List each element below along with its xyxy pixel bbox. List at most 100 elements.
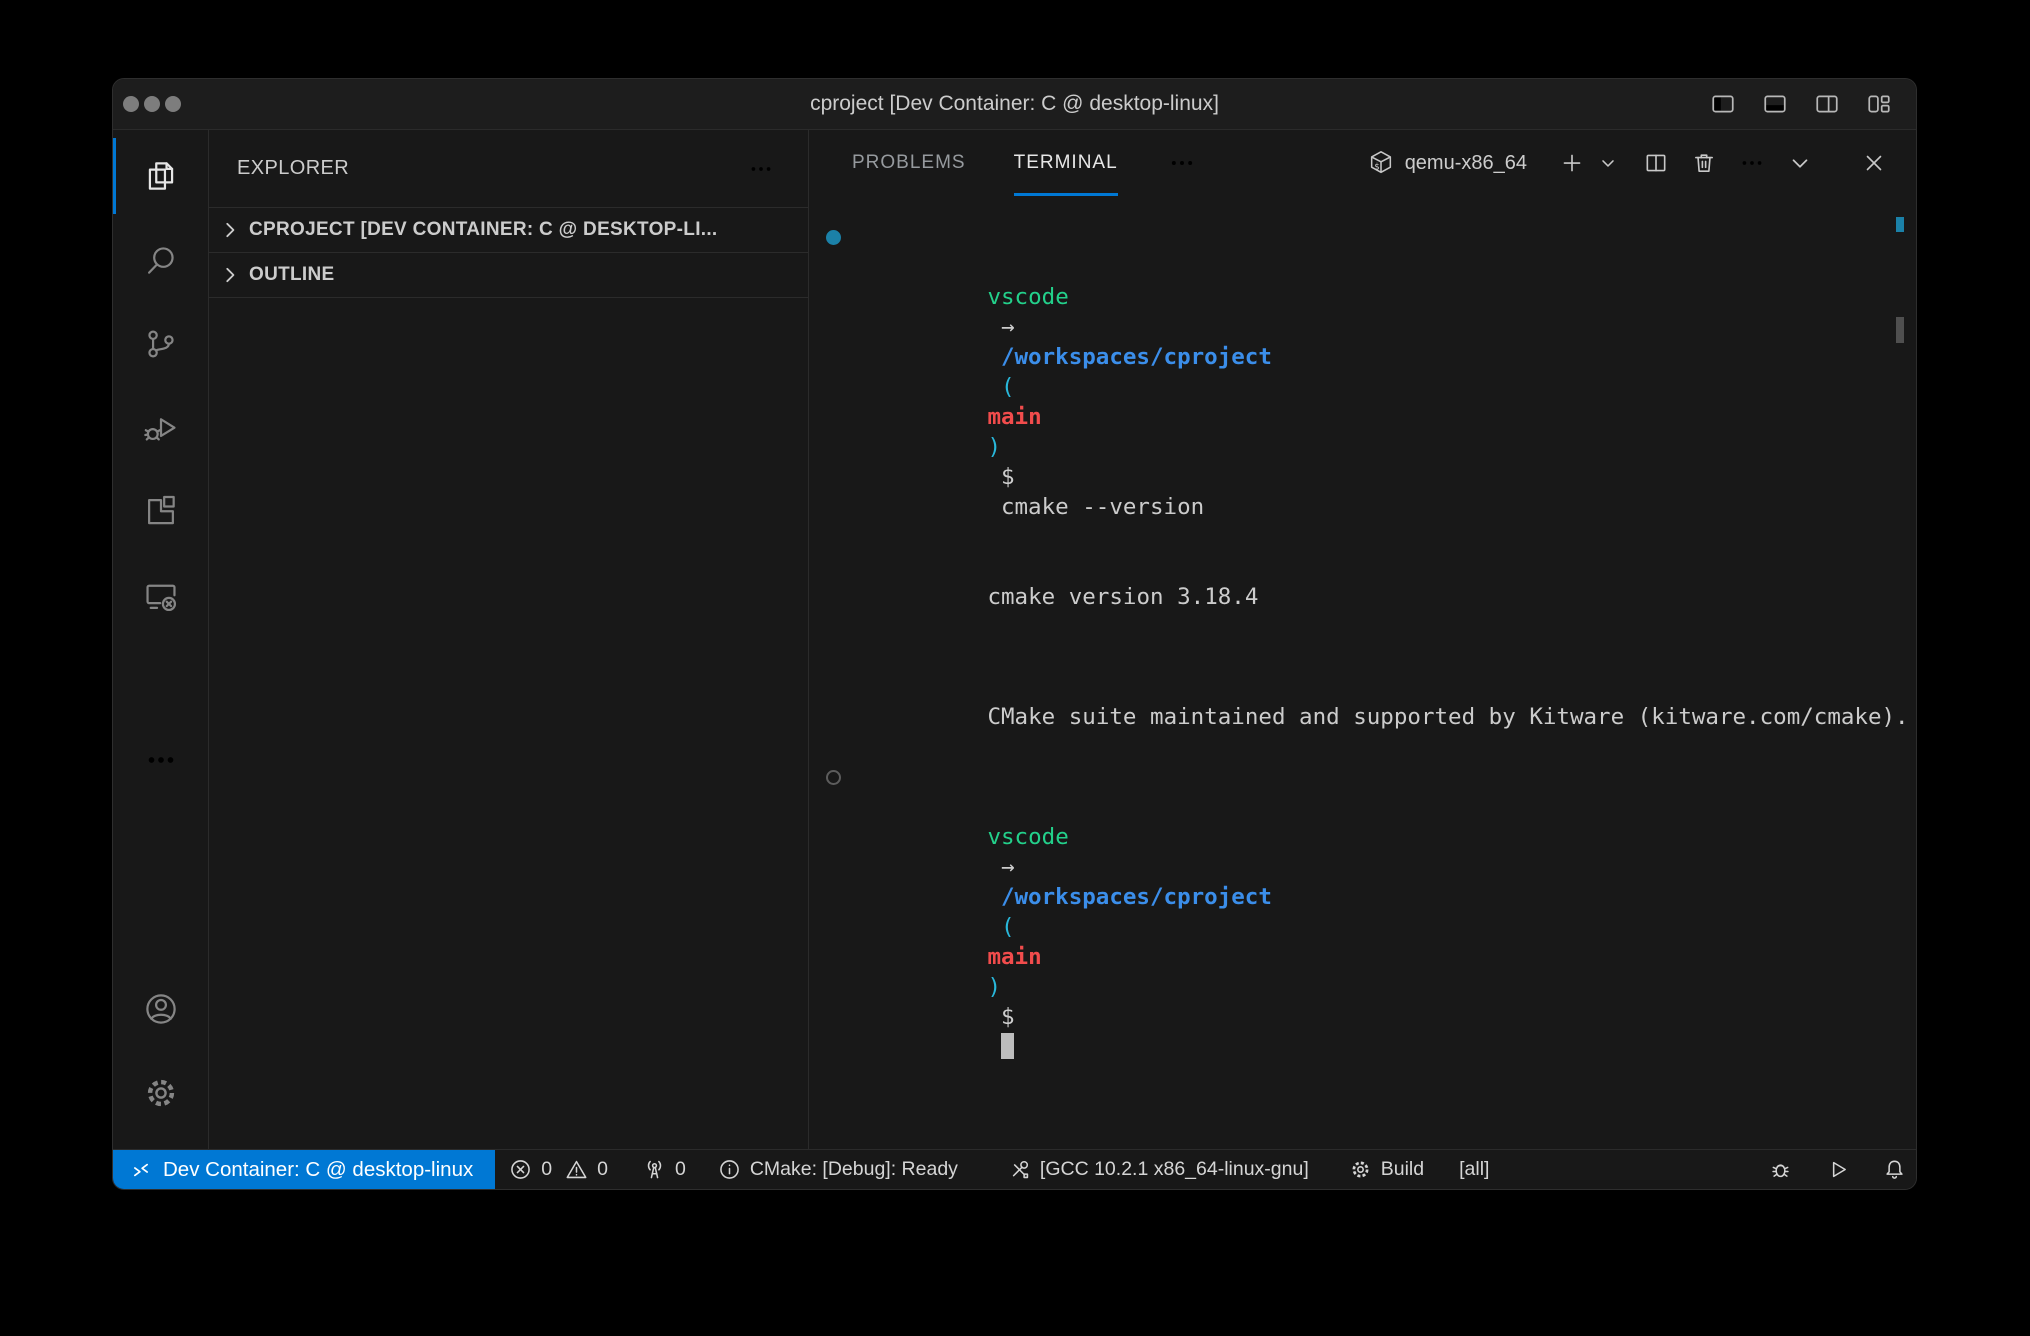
toggle-panel-icon[interactable] bbox=[1762, 91, 1788, 117]
minimize-window-button[interactable] bbox=[144, 96, 160, 112]
warning-count: 0 bbox=[597, 1158, 608, 1181]
customize-layout-icon[interactable] bbox=[1866, 91, 1892, 117]
panel-header: PROBLEMS TERMINAL $ qemu-x86_64 bbox=[809, 130, 1916, 196]
split-terminal-icon[interactable] bbox=[1641, 148, 1671, 178]
account-icon bbox=[142, 990, 180, 1028]
sidebar-item-explorer[interactable] bbox=[113, 134, 209, 218]
ports-status[interactable]: 0 bbox=[643, 1158, 686, 1181]
command-pending-decoration-icon[interactable] bbox=[826, 770, 841, 785]
remote-explorer-icon bbox=[142, 577, 180, 615]
prompt-paren-open: ( bbox=[1001, 374, 1015, 400]
explorer-section-outline[interactable]: OUTLINE bbox=[209, 252, 808, 298]
sidebar-item-source-control[interactable] bbox=[113, 302, 209, 386]
build-target[interactable]: [all] bbox=[1459, 1158, 1489, 1181]
prompt-paren-close: ) bbox=[987, 434, 1001, 460]
explorer-section-workspace[interactable]: CPROJECT [DEV CONTAINER: C @ DESKTOP-LI.… bbox=[209, 207, 808, 252]
build-target-label: [all] bbox=[1459, 1158, 1489, 1181]
toggle-secondary-sidebar-icon[interactable] bbox=[1814, 91, 1840, 117]
terminal-output-line: cmake version 3.18.4 bbox=[809, 552, 1916, 642]
title-bar: cproject [Dev Container: C @ desktop-lin… bbox=[113, 79, 1916, 130]
bell-icon bbox=[1883, 1158, 1906, 1181]
prompt-arrow: → bbox=[1001, 314, 1015, 340]
qemu-box-icon: $ bbox=[1367, 149, 1395, 177]
search-icon bbox=[142, 241, 180, 279]
build-label: Build bbox=[1381, 1158, 1424, 1181]
warning-icon bbox=[565, 1158, 588, 1181]
prompt-path: /workspaces/cproject bbox=[1001, 884, 1272, 910]
explorer-more-actions-icon[interactable] bbox=[748, 156, 774, 182]
tab-terminal[interactable]: TERMINAL bbox=[1014, 130, 1118, 196]
zoom-window-button[interactable] bbox=[165, 96, 181, 112]
close-window-button[interactable] bbox=[123, 96, 139, 112]
prompt-user: vscode bbox=[987, 824, 1068, 850]
remote-icon bbox=[131, 1161, 151, 1179]
sidebar-item-search[interactable] bbox=[113, 218, 209, 302]
build-gear-icon bbox=[1349, 1158, 1372, 1181]
sidebar-item-extensions[interactable] bbox=[113, 470, 209, 554]
terminal-blank-line bbox=[809, 642, 1916, 672]
more-panel-views-icon[interactable] bbox=[1168, 149, 1196, 177]
gear-icon bbox=[142, 1074, 180, 1112]
error-icon bbox=[509, 1158, 532, 1181]
terminal-cursor bbox=[1001, 1033, 1015, 1059]
terminal-scrollbar-thumb[interactable] bbox=[1896, 317, 1904, 343]
chevron-right-icon bbox=[219, 219, 241, 241]
workspace-section-label: CPROJECT [DEV CONTAINER: C @ DESKTOP-LI.… bbox=[249, 219, 718, 241]
bug-icon bbox=[1769, 1158, 1792, 1181]
tab-problems[interactable]: PROBLEMS bbox=[852, 130, 966, 196]
more-actions-icon[interactable] bbox=[1737, 148, 1767, 178]
sidebar-item-remote-explorer[interactable] bbox=[113, 554, 209, 638]
tools-icon bbox=[1008, 1158, 1031, 1181]
prompt-path: /workspaces/cproject bbox=[1001, 344, 1272, 370]
play-icon bbox=[1826, 1158, 1849, 1181]
terminal-instance-label: qemu-x86_64 bbox=[1405, 152, 1527, 175]
ports-count: 0 bbox=[675, 1158, 686, 1181]
source-control-icon bbox=[142, 325, 180, 363]
sidebar-item-run-and-debug[interactable] bbox=[113, 386, 209, 470]
toggle-primary-sidebar-icon[interactable] bbox=[1710, 91, 1736, 117]
terminal-instance-item[interactable]: $ qemu-x86_64 bbox=[1367, 149, 1527, 177]
extensions-icon bbox=[142, 493, 180, 531]
outline-section-label: OUTLINE bbox=[249, 264, 335, 286]
terminal-command: cmake --version bbox=[1001, 494, 1204, 520]
prompt-user: vscode bbox=[987, 284, 1068, 310]
new-terminal-icon[interactable] bbox=[1557, 148, 1587, 178]
panel-actions: $ qemu-x86_64 bbox=[1367, 148, 1889, 178]
remote-indicator[interactable]: Dev Container: C @ desktop-linux bbox=[113, 1150, 495, 1189]
prompt-paren-open: ( bbox=[1001, 914, 1015, 940]
terminal-line-prompt-1: vscode → /workspaces/cproject ( main ) $… bbox=[809, 222, 1916, 552]
terminal-view[interactable]: vscode → /workspaces/cproject ( main ) $… bbox=[809, 196, 1916, 1149]
vscode-window: cproject [Dev Container: C @ desktop-lin… bbox=[112, 78, 1917, 1190]
prompt-paren-close: ) bbox=[987, 974, 1001, 1000]
error-count: 0 bbox=[541, 1158, 552, 1181]
debug-target-button[interactable] bbox=[1769, 1158, 1792, 1181]
debug-icon bbox=[142, 409, 180, 447]
cmake-kit[interactable]: [GCC 10.2.1 x86_64-linux-gnu] bbox=[1008, 1158, 1309, 1181]
cmake-build-button[interactable]: Build bbox=[1349, 1158, 1424, 1181]
cmake-status[interactable]: CMake: [Debug]: Ready bbox=[718, 1158, 958, 1181]
info-icon bbox=[718, 1158, 741, 1181]
sidebar-title: EXPLORER bbox=[237, 157, 349, 180]
activity-bar bbox=[113, 130, 209, 1149]
accounts-button[interactable] bbox=[113, 967, 209, 1051]
status-bar-right bbox=[1769, 1158, 1906, 1181]
prompt-arrow: → bbox=[1001, 854, 1015, 880]
notifications-button[interactable] bbox=[1883, 1158, 1906, 1181]
launch-profile-dropdown-icon[interactable] bbox=[1593, 148, 1623, 178]
problems-status[interactable]: 0 0 bbox=[509, 1158, 608, 1181]
bottom-panel: PROBLEMS TERMINAL $ qemu-x86_64 bbox=[809, 130, 1916, 1149]
command-success-decoration-icon[interactable] bbox=[826, 230, 841, 245]
radio-tower-icon bbox=[643, 1158, 666, 1181]
layout-controls bbox=[1710, 79, 1892, 129]
chevron-right-icon bbox=[219, 264, 241, 286]
settings-button[interactable] bbox=[113, 1051, 209, 1135]
sidebar-item-additional-views[interactable] bbox=[113, 718, 209, 802]
explorer-sidebar: EXPLORER CPROJECT [DEV CONTAINER: C @ DE… bbox=[209, 130, 809, 1149]
kill-terminal-icon[interactable] bbox=[1689, 148, 1719, 178]
close-panel-icon[interactable] bbox=[1859, 148, 1889, 178]
launch-target-button[interactable] bbox=[1826, 1158, 1849, 1181]
terminal-output-line: CMake suite maintained and supported by … bbox=[809, 672, 1916, 762]
hide-panel-chevron-icon[interactable] bbox=[1785, 148, 1815, 178]
cmake-status-label: CMake: [Debug]: Ready bbox=[750, 1158, 958, 1181]
prompt-dollar: $ bbox=[1001, 464, 1015, 490]
